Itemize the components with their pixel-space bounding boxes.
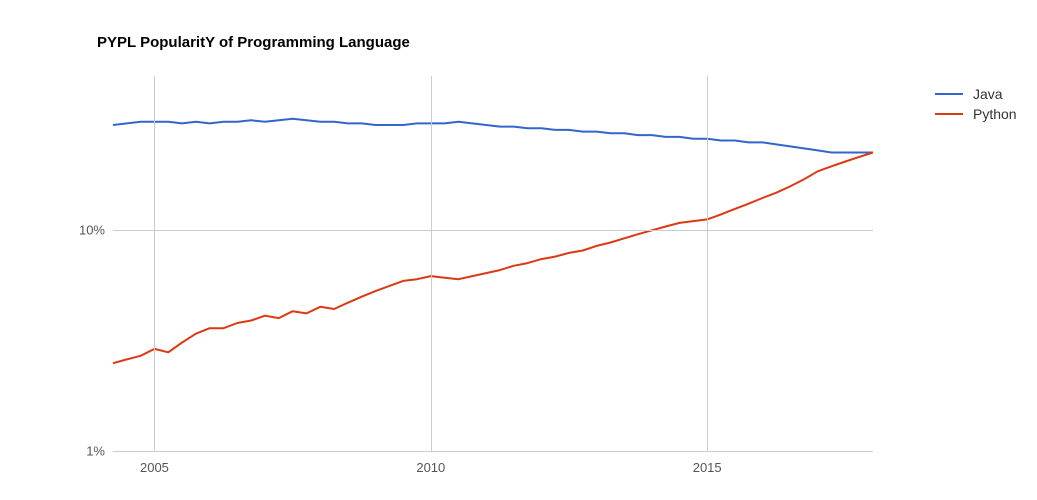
x-axis-tick-label: 2005 bbox=[140, 460, 169, 475]
y-axis-tick-label: 1% bbox=[55, 444, 105, 459]
legend: Java Python bbox=[935, 86, 1017, 126]
legend-label: Java bbox=[973, 86, 1003, 102]
x-axis-tick-label: 2010 bbox=[416, 460, 445, 475]
legend-swatch-python bbox=[935, 113, 963, 115]
legend-swatch-java bbox=[935, 93, 963, 95]
gridline-vertical bbox=[431, 76, 432, 451]
legend-label: Python bbox=[973, 106, 1017, 122]
chart-svg bbox=[113, 76, 873, 451]
x-axis-tick-label: 2015 bbox=[693, 460, 722, 475]
plot-area bbox=[113, 76, 873, 451]
gridline-vertical bbox=[154, 76, 155, 451]
legend-item-python: Python bbox=[935, 106, 1017, 122]
series-line-java bbox=[113, 119, 873, 153]
chart-title: PYPL PopularitY of Programming Language bbox=[97, 34, 410, 51]
gridline-horizontal bbox=[113, 451, 873, 452]
gridline-vertical bbox=[707, 76, 708, 451]
series-line-python bbox=[113, 153, 873, 364]
y-axis-tick-label: 10% bbox=[55, 223, 105, 238]
legend-item-java: Java bbox=[935, 86, 1017, 102]
gridline-horizontal bbox=[113, 230, 873, 231]
